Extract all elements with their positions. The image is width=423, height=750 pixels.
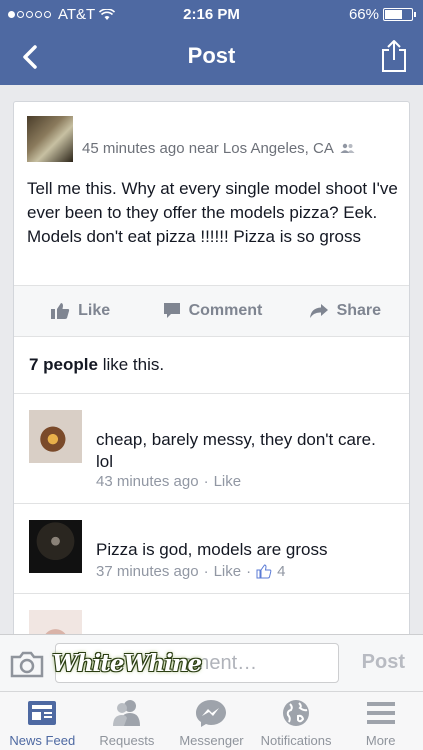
post-comment-button[interactable]: Post [362, 651, 405, 674]
avatar[interactable] [27, 116, 73, 162]
post-body: Tell me this. Why at every single model … [27, 179, 398, 246]
camera-icon[interactable] [10, 650, 44, 678]
comment-button[interactable]: Comment [146, 286, 278, 336]
tab-bar: News Feed Requests Messenger Notificatio… [0, 691, 423, 750]
comment-text: cheap, barely messy, they don't care. lo… [96, 430, 376, 471]
tab-label: Notifications [260, 733, 332, 748]
comment-meta: 43 minutes ago · Like [96, 473, 241, 490]
comment-icon [163, 303, 180, 318]
tab-news-feed[interactable]: News Feed [0, 692, 85, 750]
comment-label: Comment [188, 302, 263, 319]
watermark: WhiteWhine [52, 650, 202, 677]
share-label: Share [336, 302, 382, 319]
friends-audience-icon [340, 143, 355, 153]
comment-like-link[interactable]: Like [214, 563, 242, 580]
comment-like-count: 4 [277, 563, 286, 580]
tab-label: Requests [99, 733, 155, 748]
comment-item: Pizza is god, models are gross 37 minute… [14, 504, 409, 594]
requests-icon [112, 700, 140, 726]
share-icon[interactable] [379, 38, 409, 74]
comment-item: cheap, barely messy, they don't care. lo… [14, 394, 409, 504]
thumbs-up-outline-icon [256, 564, 272, 579]
tab-notifications[interactable]: Notifications [254, 692, 339, 750]
comment-time[interactable]: 37 minutes ago [96, 563, 199, 580]
share-arrow-icon [309, 304, 328, 318]
tab-requests[interactable]: Requests [85, 692, 170, 750]
like-label: Like [78, 302, 111, 319]
comment-avatar[interactable] [29, 410, 82, 463]
share-button[interactable]: Share [279, 286, 409, 336]
battery-percent: 66% [348, 6, 379, 23]
messenger-icon [196, 700, 227, 727]
thumbs-up-icon [51, 303, 70, 319]
navigation-bar: Post [0, 30, 423, 85]
post-timestamp[interactable]: 45 minutes ago near Los Angeles, CA [82, 140, 334, 157]
tab-label: Messenger [179, 733, 244, 748]
tab-more[interactable]: More [338, 692, 423, 750]
globe-icon [283, 700, 310, 726]
post-card: 45 minutes ago near Los Angeles, CA Tell… [13, 101, 410, 661]
separator-dot: · [203, 473, 209, 490]
menu-icon [366, 702, 395, 724]
status-bar: AT&T 2:16 PM 66% [0, 0, 423, 30]
page-title: Post [187, 43, 236, 68]
comment-avatar[interactable] [29, 520, 82, 573]
battery-icon [383, 8, 416, 21]
likes-count[interactable]: 7 people [29, 355, 98, 374]
post-actions: Like Comment Share [14, 285, 409, 337]
tab-label: News Feed [9, 733, 76, 748]
post-meta: 45 minutes ago near Los Angeles, CA [82, 140, 355, 157]
comment-time[interactable]: 43 minutes ago [96, 473, 199, 490]
news-feed-icon [28, 701, 57, 725]
likes-suffix: like this. [97, 355, 165, 374]
separator-dot: · [203, 563, 209, 580]
likes-summary[interactable]: 7 people like this. [14, 337, 409, 394]
tab-messenger[interactable]: Messenger [169, 692, 254, 750]
comment-text: Pizza is god, models are gross [96, 540, 328, 559]
tab-label: More [365, 733, 396, 748]
comment-like-link[interactable]: Like [214, 473, 242, 490]
like-button[interactable]: Like [14, 286, 146, 336]
battery-status: 66% [348, 6, 416, 23]
comment-meta: 37 minutes ago · Like · 4 [96, 563, 285, 580]
separator-dot: · [246, 563, 252, 580]
